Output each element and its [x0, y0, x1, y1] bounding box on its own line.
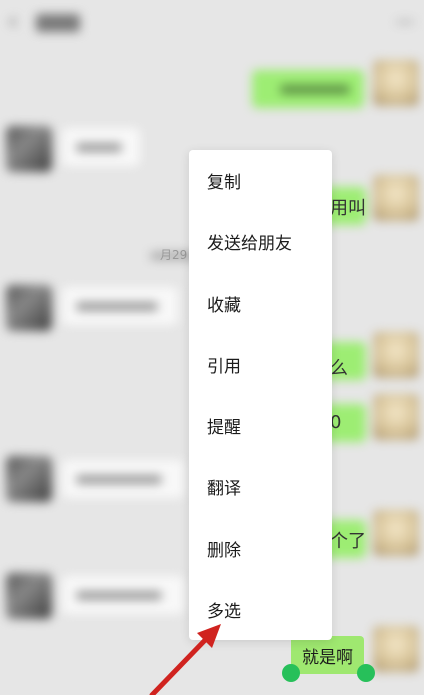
arrow-shaft: [149, 633, 212, 695]
red-arrow-annotation: [149, 624, 221, 695]
